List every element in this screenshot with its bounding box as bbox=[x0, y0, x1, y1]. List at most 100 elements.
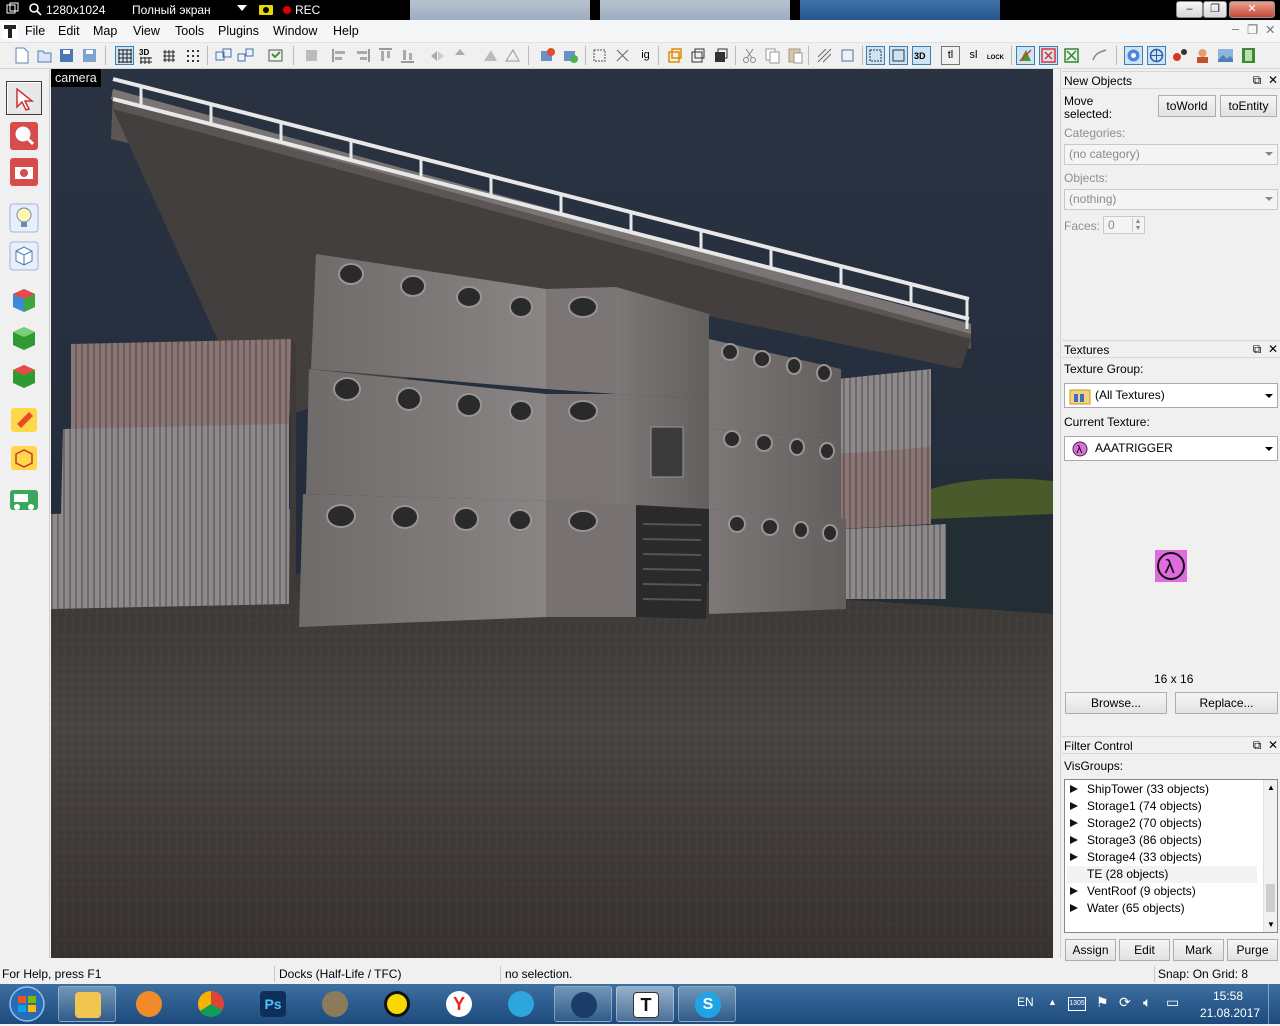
list-item[interactable]: Storage3 (86 objects) bbox=[1069, 832, 1202, 849]
align-top-icon[interactable] bbox=[376, 46, 395, 65]
paste-icon[interactable] bbox=[786, 46, 805, 65]
volume-icon[interactable]: 🔈︎ bbox=[1143, 994, 1151, 1011]
tray-expand-icon[interactable]: ▲ bbox=[1048, 997, 1057, 1007]
list-item[interactable]: Storage2 (70 objects) bbox=[1069, 815, 1202, 832]
lock-icon[interactable]: LOCK bbox=[986, 46, 1005, 65]
visgroups-list[interactable]: ShipTower (33 objects) Storage1 (74 obje… bbox=[1064, 779, 1278, 933]
visible-check-icon[interactable] bbox=[1069, 884, 1079, 895]
camera-tool-icon[interactable] bbox=[6, 155, 42, 189]
visible-check-icon[interactable] bbox=[1069, 782, 1079, 793]
camera-icon[interactable] bbox=[258, 2, 274, 18]
clock-time[interactable]: 15:58 bbox=[1213, 989, 1243, 1003]
chrome-icon[interactable] bbox=[182, 986, 240, 1022]
texture-lock-icon[interactable] bbox=[302, 46, 321, 65]
scale-lock-toggle[interactable]: sl bbox=[964, 46, 983, 65]
compile-icon[interactable] bbox=[1062, 46, 1081, 65]
hide-unselected-icon[interactable] bbox=[688, 46, 707, 65]
yandex-icon[interactable]: Y bbox=[430, 986, 488, 1022]
scroll-down-icon[interactable]: ▼ bbox=[1267, 920, 1275, 929]
align-left-icon[interactable] bbox=[330, 46, 349, 65]
list-item-selected[interactable]: TE (28 objects) bbox=[1067, 866, 1257, 883]
categories-select[interactable]: (no category) bbox=[1064, 144, 1278, 165]
current-texture-select[interactable]: λ AAATRIGGER bbox=[1064, 436, 1278, 461]
scrollbar[interactable]: ▲ ▼ bbox=[1263, 780, 1277, 932]
file-explorer-icon[interactable] bbox=[58, 986, 116, 1022]
magnify-tool-icon[interactable] bbox=[6, 119, 42, 153]
undock-icon[interactable]: ⧉ bbox=[1250, 342, 1264, 356]
record-icon[interactable] bbox=[282, 2, 292, 18]
browse-button[interactable]: Browse... bbox=[1065, 692, 1167, 714]
ignore-groups-icon[interactable] bbox=[838, 46, 857, 65]
visible-check-icon[interactable] bbox=[1069, 816, 1079, 827]
apply-current-texture-icon[interactable] bbox=[6, 321, 42, 355]
replace-button[interactable]: Replace... bbox=[1175, 692, 1278, 714]
flip-vertical-icon[interactable] bbox=[450, 46, 469, 65]
align-bottom-icon[interactable] bbox=[398, 46, 417, 65]
mdi-close-icon[interactable]: ✕ bbox=[1265, 22, 1275, 37]
save-as-icon[interactable] bbox=[80, 46, 99, 65]
undock-icon[interactable]: ⧉ bbox=[1250, 738, 1264, 752]
grid-icon[interactable] bbox=[115, 46, 134, 65]
close-icon[interactable]: ✕ bbox=[1229, 1, 1275, 18]
viewport-label[interactable]: camera bbox=[51, 69, 101, 87]
undock-icon[interactable]: ⧉ bbox=[1250, 73, 1264, 87]
start-button-icon[interactable] bbox=[4, 985, 50, 1023]
clock-date[interactable]: 21.08.2017 bbox=[1200, 1006, 1260, 1020]
open-file-icon[interactable] bbox=[35, 46, 54, 65]
menu-file[interactable]: File bbox=[25, 24, 45, 38]
select-brushes-icon[interactable] bbox=[866, 46, 885, 65]
network-speed-icon[interactable]: 1305 bbox=[1068, 997, 1086, 1011]
faces-spinner[interactable]: 0 ▲ ▼ bbox=[1103, 216, 1145, 234]
edit-button[interactable]: Edit bbox=[1119, 939, 1170, 961]
menu-tools[interactable]: Tools bbox=[175, 24, 204, 38]
photoshop-icon[interactable]: Ps bbox=[244, 986, 302, 1022]
entity-report-icon[interactable] bbox=[1016, 46, 1035, 65]
grid-dots-icon[interactable] bbox=[183, 46, 202, 65]
language-indicator[interactable]: EN bbox=[1017, 995, 1034, 1009]
cut-scissors-icon[interactable] bbox=[740, 46, 759, 65]
menu-edit[interactable]: Edit bbox=[58, 24, 80, 38]
check-map-icon[interactable] bbox=[1039, 46, 1058, 65]
flip-horizontal-icon[interactable] bbox=[428, 46, 447, 65]
entity-tool-icon[interactable] bbox=[6, 201, 42, 235]
list-item[interactable]: VentRoof (9 objects) bbox=[1069, 883, 1196, 900]
grid-small-icon[interactable] bbox=[160, 46, 179, 65]
visible-check-icon[interactable] bbox=[1069, 850, 1079, 861]
transform-icon[interactable] bbox=[590, 46, 609, 65]
menu-help[interactable]: Help bbox=[333, 24, 359, 38]
wireframe-view-icon[interactable] bbox=[1147, 46, 1166, 65]
user-icon[interactable] bbox=[1193, 46, 1212, 65]
network-icon[interactable]: ▭ bbox=[1166, 994, 1179, 1011]
mark-button[interactable]: Mark bbox=[1173, 939, 1224, 961]
close-icon[interactable]: ✕ bbox=[1266, 342, 1280, 356]
path-tool-icon[interactable] bbox=[6, 483, 42, 517]
decal-tool-icon[interactable] bbox=[6, 359, 42, 393]
menu-map[interactable]: Map bbox=[93, 24, 117, 38]
minimize-icon[interactable]: – bbox=[1176, 1, 1203, 18]
show-all-icon[interactable] bbox=[711, 46, 730, 65]
visible-check-icon[interactable] bbox=[1069, 833, 1079, 844]
load-window-state-icon[interactable] bbox=[266, 46, 285, 65]
color-icon[interactable] bbox=[1170, 46, 1189, 65]
window-mode-icon[interactable] bbox=[6, 2, 20, 18]
carve-icon[interactable] bbox=[481, 46, 500, 65]
toggle-texture-lock-icon[interactable] bbox=[815, 46, 834, 65]
list-item[interactable]: ShipTower (33 objects) bbox=[1069, 781, 1209, 798]
list-item[interactable]: Water (65 objects) bbox=[1069, 900, 1185, 917]
show-desktop-button[interactable] bbox=[1268, 984, 1280, 1024]
select-entities-icon[interactable] bbox=[889, 46, 908, 65]
texture-application-icon[interactable] bbox=[6, 283, 42, 317]
steam-icon[interactable] bbox=[554, 986, 612, 1022]
assign-button[interactable]: Assign bbox=[1065, 939, 1116, 961]
ignore-groups-toggle[interactable]: ig bbox=[636, 46, 655, 65]
camera-3d-icon[interactable]: 3D bbox=[912, 46, 931, 65]
close-icon[interactable]: ✕ bbox=[1266, 73, 1280, 87]
mdi-restore-icon[interactable]: ❐ bbox=[1247, 22, 1258, 37]
copy-icon[interactable] bbox=[763, 46, 782, 65]
film-icon[interactable] bbox=[1239, 46, 1258, 65]
app-icon[interactable] bbox=[2, 23, 18, 39]
texture-lock-toggle[interactable]: tl bbox=[941, 46, 960, 65]
gimp-icon[interactable] bbox=[306, 986, 364, 1022]
save-icon[interactable] bbox=[57, 46, 76, 65]
objects-select[interactable]: (nothing) bbox=[1064, 189, 1278, 210]
